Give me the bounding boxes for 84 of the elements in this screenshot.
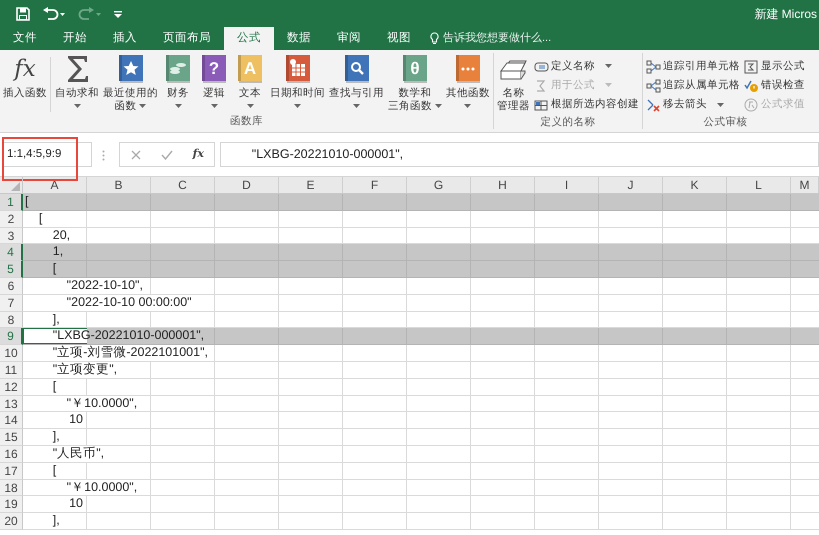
column-header[interactable]: G: [407, 177, 471, 193]
ribbon-button[interactable]: 查找与引用: [327, 53, 386, 114]
trace-dependents-icon: [646, 78, 661, 93]
ribbon-button[interactable]: 追踪引用单元格: [644, 57, 742, 76]
show-formulas-icon: [744, 60, 759, 74]
evaluate-icon: [744, 98, 759, 112]
row-header[interactable]: 2: [0, 210, 23, 228]
ribbon-tab[interactable]: 页面布局: [150, 27, 224, 50]
close-icon: [130, 150, 141, 160]
checkmark-icon: [160, 150, 173, 160]
create-from-selection-icon: [534, 98, 549, 112]
save-icon: [16, 6, 30, 20]
column-header[interactable]: H: [471, 177, 535, 193]
column-header[interactable]: D: [215, 177, 279, 193]
row-header[interactable]: 19: [0, 496, 23, 514]
error-checking-icon: [744, 78, 759, 93]
window-title: 新建 Micros: [754, 6, 818, 22]
row-header[interactable]: 8: [0, 312, 23, 328]
row-header[interactable]: 5: [0, 261, 23, 278]
group-label: 函数库: [228, 114, 264, 129]
ribbon-button[interactable]: A 文本: [232, 53, 268, 114]
column-header[interactable]: C: [151, 177, 215, 193]
ribbon-button[interactable]: fx 插入函数: [1, 53, 49, 114]
row-header[interactable]: 12: [0, 378, 23, 396]
row-header[interactable]: 7: [0, 294, 23, 312]
ribbon-button[interactable]: 日期和时间: [268, 53, 327, 114]
ribbon-tab[interactable]: 文件: [0, 27, 50, 50]
ribbon-button[interactable]: 错误检查: [742, 76, 807, 96]
column-header[interactable]: M: [791, 177, 819, 193]
row-header[interactable]: 1: [0, 194, 23, 211]
ribbon-button[interactable]: 移去箭头: [644, 96, 742, 115]
row-header[interactable]: 20: [0, 513, 23, 530]
column-header[interactable]: A: [23, 177, 87, 193]
customize-icon: [114, 10, 122, 18]
trace-precedents-icon: [646, 60, 661, 74]
ribbon-button[interactable]: 根据所选内容创建: [532, 96, 641, 115]
column-header[interactable]: K: [663, 177, 727, 193]
row-header[interactable]: 18: [0, 480, 23, 496]
column-header[interactable]: E: [279, 177, 343, 193]
function-icon: fx: [14, 54, 36, 84]
row-header[interactable]: 11: [0, 362, 23, 379]
ribbon-button[interactable]: 自动求和: [53, 53, 101, 114]
ribbon-tab[interactable]: 公式: [224, 27, 274, 50]
formula-field[interactable]: "LXBG-20221010-000001",: [220, 142, 819, 167]
ribbon-tab[interactable]: 审阅: [324, 27, 374, 50]
ribbon-button[interactable]: 显示公式: [742, 57, 807, 76]
remove-arrows-icon: [646, 98, 661, 112]
column-header[interactable]: J: [599, 177, 663, 193]
ribbon-button[interactable]: 定义名称: [532, 57, 641, 76]
ribbon-button[interactable]: 名称 管理器: [494, 53, 532, 115]
column-header[interactable]: L: [727, 177, 791, 193]
undo-icon: [42, 6, 66, 20]
tell-me-field[interactable]: 告诉我您想要做什么...: [430, 27, 552, 50]
row-header[interactable]: 4: [0, 244, 23, 262]
row-header[interactable]: 6: [0, 278, 23, 295]
select-all-icon[interactable]: [11, 182, 20, 191]
ribbon-button[interactable]: θ 数学和 三角函数: [386, 53, 444, 114]
tag-icon: [534, 60, 549, 74]
ribbon-button[interactable]: 其他函数: [444, 53, 492, 114]
ribbon-tab[interactable]: 开始: [50, 27, 100, 50]
ribbon-button[interactable]: ? 逻辑: [196, 53, 232, 114]
row-header[interactable]: 13: [0, 396, 23, 412]
lightbulb-icon: [430, 32, 439, 45]
ribbon-tab[interactable]: 数据: [274, 27, 324, 50]
column-header[interactable]: B: [87, 177, 151, 193]
column-header[interactable]: F: [343, 177, 407, 193]
ribbon-tab[interactable]: 插入: [100, 27, 150, 50]
group-label: 公式审核: [702, 115, 748, 130]
row-header[interactable]: 14: [0, 412, 23, 430]
redo-icon: [78, 6, 102, 20]
ribbon-button[interactable]: 财务: [160, 53, 196, 114]
ribbon-button[interactable]: 追踪从属单元格: [644, 76, 742, 96]
row-header[interactable]: 15: [0, 429, 23, 446]
row-header[interactable]: 16: [0, 446, 23, 463]
row-header[interactable]: 17: [0, 462, 23, 480]
row-header[interactable]: 3: [0, 228, 23, 244]
column-header[interactable]: I: [535, 177, 599, 193]
row-header[interactable]: 9: [0, 328, 23, 346]
name-box[interactable]: 1:1,4:5,9:9: [3, 142, 92, 167]
ribbon-tab[interactable]: 视图: [374, 27, 424, 50]
group-label: 定义的名称: [539, 115, 596, 130]
row-header[interactable]: 10: [0, 345, 23, 362]
ribbon-button[interactable]: 最近使用的 函数: [101, 53, 160, 114]
drag-handle-icon[interactable]: [102, 150, 105, 161]
